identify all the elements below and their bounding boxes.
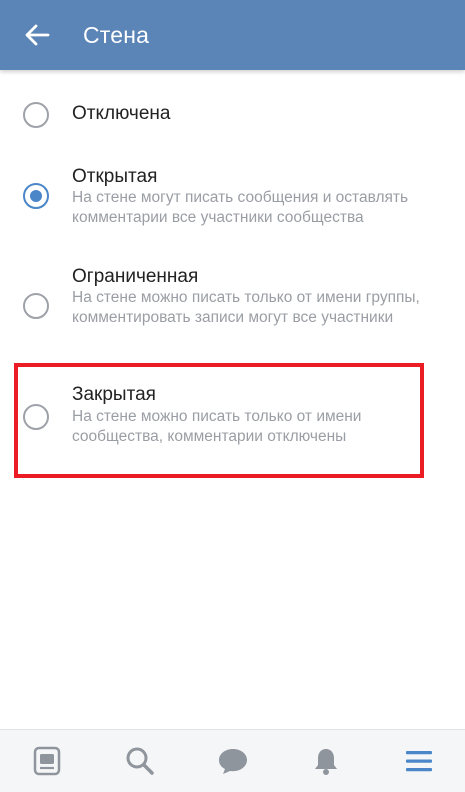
option-title: Ограниченная: [72, 266, 199, 287]
news-icon: [33, 746, 60, 776]
highlight-frame: [14, 363, 424, 478]
screen: Стена Отключена Открытая На стене могут …: [0, 0, 465, 792]
nav-notifications[interactable]: [296, 731, 356, 791]
menu-icon: [405, 751, 432, 772]
option-description: На стене можно писать только от имени гр…: [72, 289, 420, 326]
option-open[interactable]: Открытая На стене могут писать сообщения…: [0, 158, 465, 258]
back-button[interactable]: [9, 0, 65, 70]
option-limited[interactable]: Ограниченная На стене можно писать тольк…: [0, 258, 465, 368]
bottom-navigation: [0, 729, 465, 792]
radio-open[interactable]: [23, 183, 49, 209]
nav-messages[interactable]: [203, 731, 263, 791]
arrow-left-icon: [25, 24, 50, 46]
nav-menu[interactable]: [389, 731, 449, 791]
app-bar: Стена: [0, 0, 465, 70]
option-disabled[interactable]: Отключена: [0, 70, 465, 158]
radio-limited[interactable]: [23, 293, 49, 319]
option-description: На стене могут писать сообщения и оставл…: [72, 189, 409, 226]
search-icon: [126, 747, 154, 775]
nav-news[interactable]: [17, 731, 77, 791]
page-title: Стена: [83, 21, 150, 48]
radio-disabled[interactable]: [23, 102, 49, 128]
nav-search[interactable]: [110, 731, 170, 791]
option-title: Отключена: [72, 103, 171, 124]
option-title: Открытая: [72, 166, 158, 187]
messages-icon: [218, 749, 247, 774]
notifications-icon: [314, 749, 337, 775]
